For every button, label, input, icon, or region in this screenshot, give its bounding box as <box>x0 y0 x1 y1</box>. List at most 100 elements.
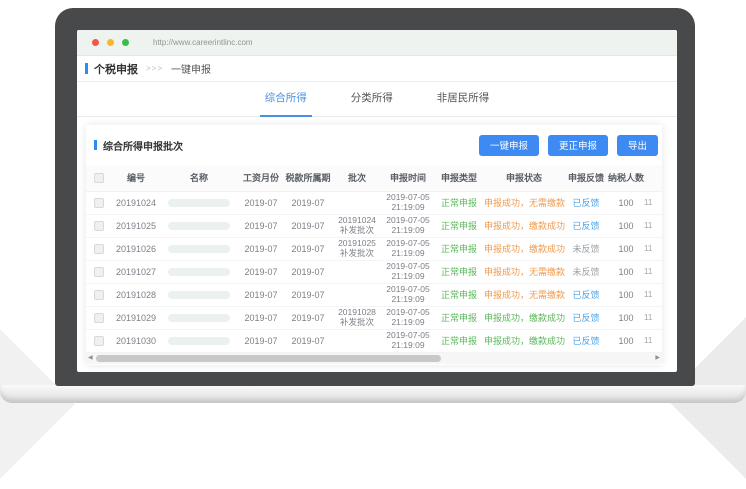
column-header: 批次 <box>332 165 382 191</box>
cell-salary-month: 2019-07 <box>238 191 284 214</box>
cell-clipped-value: 11 <box>644 237 662 260</box>
laptop-bezel: http://www.careerintlinc.com 个税申报 >>> 一键… <box>55 8 695 386</box>
accent-bar-icon <box>94 140 97 150</box>
row-checkbox[interactable] <box>94 267 104 277</box>
cell-clipped-value: 11 <box>644 306 662 329</box>
row-checkbox[interactable] <box>94 244 104 254</box>
row-select-cell <box>86 283 112 306</box>
export-button[interactable]: 导出 <box>617 135 658 156</box>
cell-name <box>160 237 238 260</box>
window-controls <box>92 39 129 46</box>
tab-bar: 综合所得 分类所得 非居民所得 <box>77 82 677 117</box>
tab-comprehensive-income[interactable]: 综合所得 <box>260 82 312 117</box>
action-buttons: 一键申报 更正申报 导出 <box>479 135 658 156</box>
cell-declare-time: 2019-07-05 21:19:09 <box>382 237 434 260</box>
cell-batch <box>332 260 382 283</box>
minimize-window-icon[interactable] <box>107 39 114 46</box>
cell-declare-status: 申报成功，缴款成功 <box>484 306 564 329</box>
batch-list-card: 综合所得申报批次 一键申报 更正申报 导出 编号名称工资月份税款所属期批次申报时… <box>86 125 662 365</box>
redacted-name-placeholder <box>168 314 230 322</box>
row-checkbox[interactable] <box>94 336 104 346</box>
cell-batch-id: 20191030 <box>112 329 160 352</box>
cell-salary-month: 2019-07 <box>238 283 284 306</box>
row-select-cell <box>86 214 112 237</box>
cell-declare-status: 申报成功，缴款成功 <box>484 329 564 352</box>
cell-feedback: 未反馈 <box>564 260 608 283</box>
cell-tax-period: 2019-07 <box>284 306 332 329</box>
cell-tax-period: 2019-07 <box>284 283 332 306</box>
scroll-right-icon[interactable]: ▶ <box>655 354 660 361</box>
column-header: 申报反馈 <box>564 165 608 191</box>
column-header: 纳税人数 <box>608 165 644 191</box>
cell-name <box>160 283 238 306</box>
row-checkbox[interactable] <box>94 290 104 300</box>
correction-file-button[interactable]: 更正申报 <box>548 135 608 156</box>
cell-tax-period: 2019-07 <box>284 214 332 237</box>
select-all-checkbox[interactable] <box>94 173 104 183</box>
cell-tax-period: 2019-07 <box>284 237 332 260</box>
cell-declare-time: 2019-07-05 21:19:09 <box>382 329 434 352</box>
cell-name <box>160 191 238 214</box>
cell-declare-type: 正常申报 <box>434 191 484 214</box>
batch-table: 编号名称工资月份税款所属期批次申报时间申报类型申报状态申报反馈纳税人数 2019… <box>86 165 662 353</box>
row-checkbox[interactable] <box>94 221 104 231</box>
cell-declare-type: 正常申报 <box>434 260 484 283</box>
cell-taxpayer-count: 100 <box>608 191 644 214</box>
tab-classified-income[interactable]: 分类所得 <box>346 82 398 117</box>
one-click-file-button[interactable]: 一键申报 <box>479 135 539 156</box>
cell-declare-time: 2019-07-05 21:19:09 <box>382 283 434 306</box>
cell-salary-month: 2019-07 <box>238 214 284 237</box>
cell-taxpayer-count: 100 <box>608 283 644 306</box>
cell-clipped-value: 11 <box>644 214 662 237</box>
redacted-name-placeholder <box>168 245 230 253</box>
redacted-name-placeholder <box>168 291 230 299</box>
cell-tax-period: 2019-07 <box>284 260 332 283</box>
breadcrumb-separator: >>> <box>146 64 163 73</box>
horizontal-scrollbar[interactable]: ◀ ▶ <box>86 353 662 364</box>
url-text[interactable]: http://www.careerintlinc.com <box>153 38 253 47</box>
scrollbar-thumb[interactable] <box>96 355 441 362</box>
cell-declare-time: 2019-07-05 21:19:09 <box>382 191 434 214</box>
cell-batch <box>332 329 382 352</box>
close-window-icon[interactable] <box>92 39 99 46</box>
cell-clipped-value: 11 <box>644 191 662 214</box>
cell-batch <box>332 191 382 214</box>
tab-nonresident-income[interactable]: 非居民所得 <box>432 82 495 117</box>
cell-declare-time: 2019-07-05 21:19:09 <box>382 306 434 329</box>
cell-salary-month: 2019-07 <box>238 237 284 260</box>
maximize-window-icon[interactable] <box>122 39 129 46</box>
row-checkbox[interactable] <box>94 198 104 208</box>
cell-batch-id: 20191024 <box>112 191 160 214</box>
browser-window: http://www.careerintlinc.com 个税申报 >>> 一键… <box>77 30 677 372</box>
cell-tax-period: 2019-07 <box>284 191 332 214</box>
section-title: 综合所得申报批次 <box>103 138 183 153</box>
cell-declare-type: 正常申报 <box>434 329 484 352</box>
cell-clipped-value: 11 <box>644 329 662 352</box>
cell-salary-month: 2019-07 <box>238 260 284 283</box>
row-select-cell <box>86 260 112 283</box>
cell-declare-status: 申报成功，缴款成功 <box>484 214 564 237</box>
column-header: 名称 <box>160 165 238 191</box>
redacted-name-placeholder <box>168 222 230 230</box>
cell-clipped-value: 11 <box>644 260 662 283</box>
cell-declare-type: 正常申报 <box>434 237 484 260</box>
cell-batch: 20191028 补发批次 <box>332 306 382 329</box>
cell-batch: 20191024 补发批次 <box>332 214 382 237</box>
cell-batch-id: 20191027 <box>112 260 160 283</box>
clipped-column-header <box>644 165 662 191</box>
cell-name <box>160 214 238 237</box>
cell-feedback: 已反馈 <box>564 306 608 329</box>
cell-feedback: 已反馈 <box>564 283 608 306</box>
cell-declare-type: 正常申报 <box>434 214 484 237</box>
cell-name <box>160 306 238 329</box>
cell-salary-month: 2019-07 <box>238 329 284 352</box>
cell-tax-period: 2019-07 <box>284 329 332 352</box>
table-row: 20191030 2019-072019-07 2019-07-05 21:19:0… <box>86 329 662 352</box>
cell-salary-month: 2019-07 <box>238 306 284 329</box>
cell-batch-id: 20191025 <box>112 214 160 237</box>
cell-feedback: 已反馈 <box>564 191 608 214</box>
cell-feedback: 未反馈 <box>564 237 608 260</box>
cell-feedback: 已反馈 <box>564 329 608 352</box>
scroll-left-icon[interactable]: ◀ <box>88 354 93 361</box>
row-checkbox[interactable] <box>94 313 104 323</box>
